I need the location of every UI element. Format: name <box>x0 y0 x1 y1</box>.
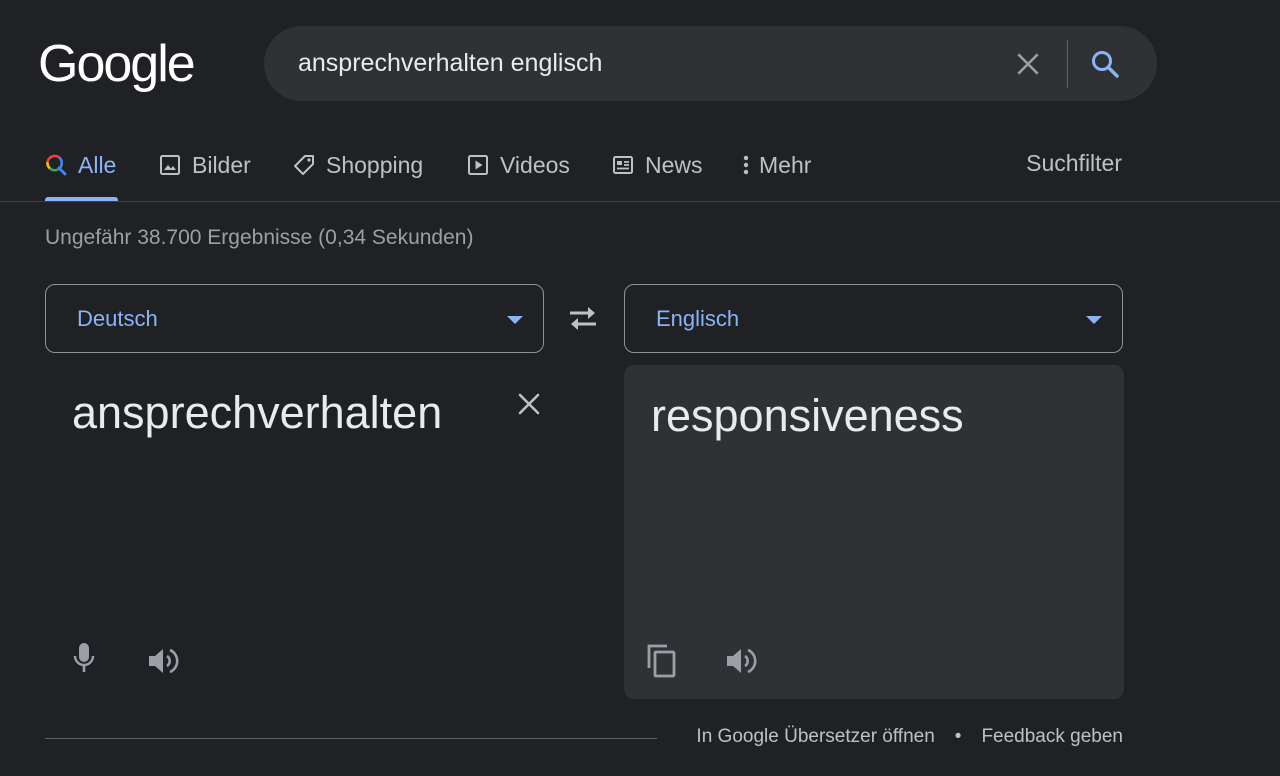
speaker-icon <box>149 648 179 674</box>
search-results-page: Google ansprechverhalten englisch Alle B… <box>0 0 1280 776</box>
microphone-icon <box>73 643 95 672</box>
search-icon <box>1092 51 1119 78</box>
tab-mehr[interactable]: Mehr <box>741 150 811 180</box>
search-bar <box>264 26 1157 101</box>
search-input[interactable] <box>298 26 998 101</box>
listen-translation-button[interactable] <box>721 641 761 681</box>
newspaper-icon <box>612 154 634 176</box>
play-icon <box>467 154 489 176</box>
result-stats: Ungefähr 38.700 Ergebnisse (0,34 Sekunde… <box>45 226 474 249</box>
clear-source-button[interactable] <box>511 386 547 422</box>
tag-icon <box>293 154 315 176</box>
tab-alle[interactable]: Alle <box>45 150 116 180</box>
translate-footer: In Google Übersetzer öffnen • Feedback g… <box>696 726 1123 748</box>
google-logo[interactable]: Google <box>38 34 196 94</box>
tabs-divider <box>0 201 1280 202</box>
translation-text: responsiveness <box>651 390 964 441</box>
tab-label: Shopping <box>326 151 424 178</box>
chevron-down-icon <box>507 316 523 324</box>
tab-label: Videos <box>500 151 570 178</box>
source-language-select[interactable]: Deutsch <box>45 284 544 353</box>
open-in-translate-link[interactable]: In Google Übersetzer öffnen <box>696 726 934 748</box>
tab-label: Bilder <box>192 151 251 178</box>
tab-bilder[interactable]: Bilder <box>159 150 251 180</box>
copy-icon <box>647 644 676 678</box>
chevron-down-icon <box>1086 316 1102 324</box>
search-divider <box>1067 40 1068 88</box>
feedback-link[interactable]: Feedback geben <box>981 726 1123 748</box>
image-icon <box>159 154 181 176</box>
tab-label: Mehr <box>759 151 812 178</box>
tab-videos[interactable]: Videos <box>467 150 570 180</box>
target-language-select[interactable]: Englisch <box>624 284 1123 353</box>
search-submit-button[interactable] <box>1087 46 1123 82</box>
source-language-label: Deutsch <box>77 305 158 331</box>
tab-label: News <box>645 151 703 178</box>
search-icon <box>45 154 67 176</box>
tab-news[interactable]: News <box>612 150 703 180</box>
swap-icon <box>570 307 596 330</box>
translation-output-panel: responsiveness <box>624 365 1124 699</box>
source-text-input[interactable]: ansprechverhalten <box>72 384 472 442</box>
microphone-button[interactable] <box>66 638 102 678</box>
footer-separator: • <box>954 726 962 747</box>
target-language-label: Englisch <box>656 305 740 331</box>
speaker-icon <box>727 648 757 674</box>
tab-label: Alle <box>78 151 117 178</box>
swap-languages-button[interactable] <box>563 300 603 336</box>
copy-translation-button[interactable] <box>642 641 682 681</box>
footer-divider <box>45 738 657 739</box>
tools-button[interactable]: Suchfilter <box>1026 150 1122 177</box>
more-vert-icon <box>741 154 751 176</box>
search-tabs: Alle Bilder Shopping Videos News Mehr Su… <box>45 140 1135 202</box>
clear-search-button[interactable] <box>1010 46 1046 82</box>
listen-source-button[interactable] <box>143 641 183 681</box>
close-icon <box>1017 53 1039 75</box>
close-icon <box>518 393 540 415</box>
tab-shopping[interactable]: Shopping <box>293 150 423 180</box>
